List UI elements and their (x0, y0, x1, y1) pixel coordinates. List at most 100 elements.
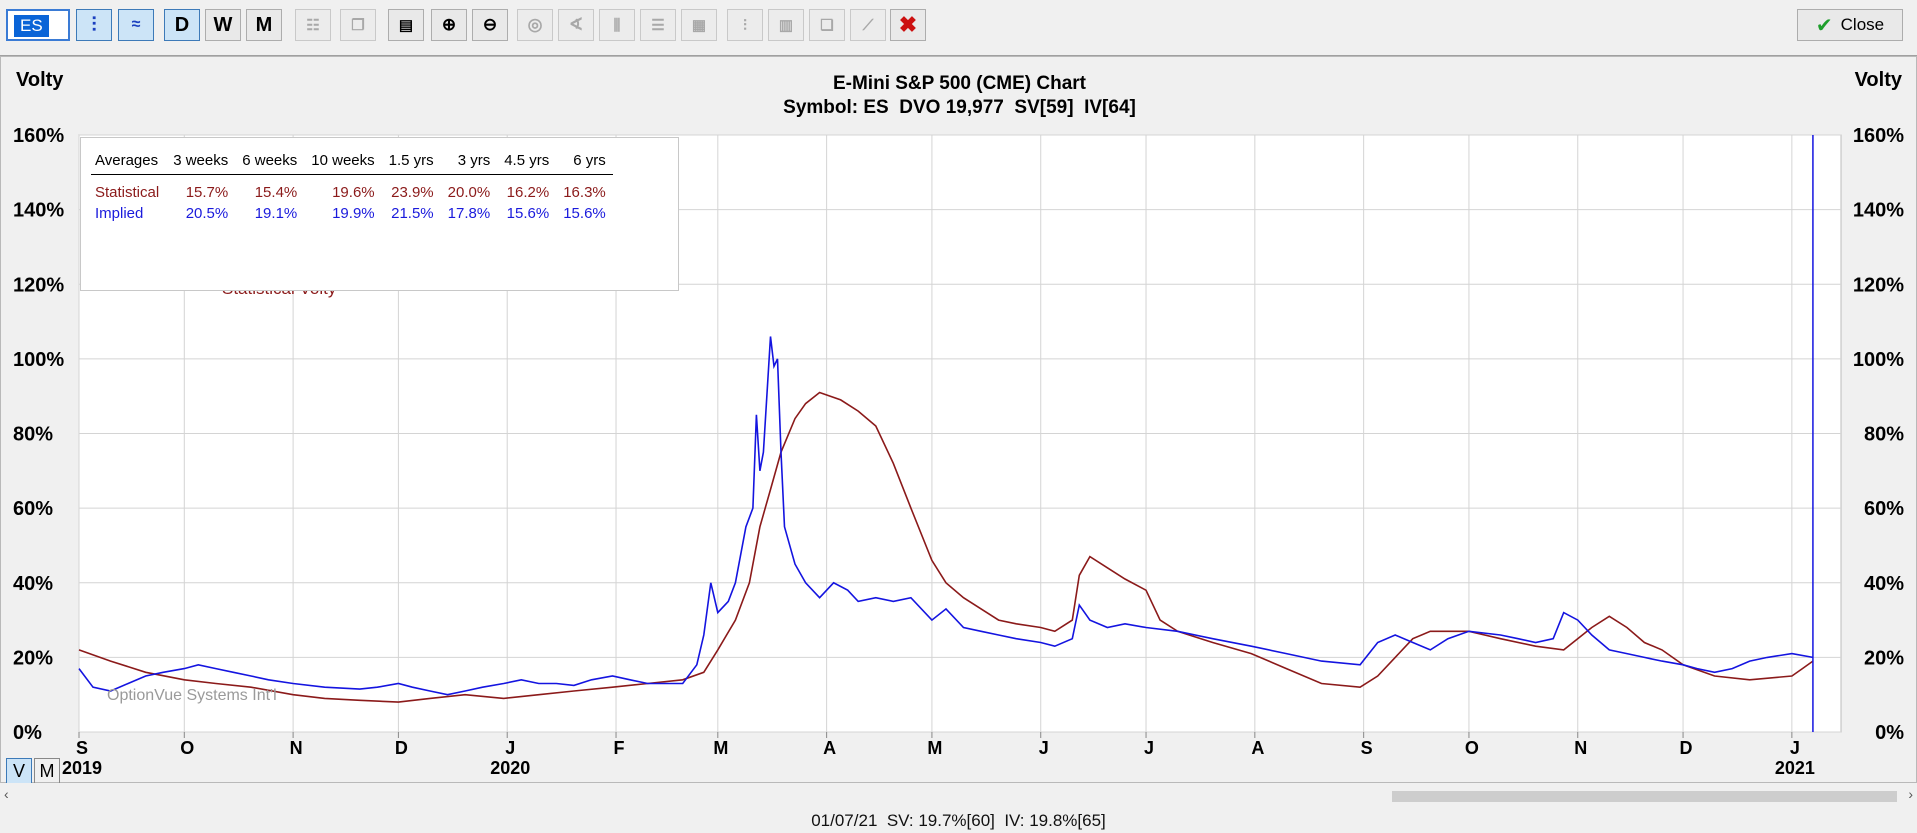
scroll-right-icon[interactable]: › (1908, 786, 1913, 802)
sliders-icon[interactable]: ⫼ (599, 9, 635, 41)
table-cell: 16.2% (506, 183, 550, 201)
statistical-row: Statistical 15.7% 15.4% 19.6% 23.9% 20.0… (91, 175, 613, 204)
x-tick-label: F (614, 738, 625, 758)
scroll-left-icon[interactable]: ‹ (4, 786, 9, 802)
close-label: Close (1840, 15, 1885, 34)
volty-view-toggle[interactable]: V (6, 758, 32, 784)
x-tick-label: M (713, 738, 728, 758)
x-tick-label: J (505, 738, 515, 758)
ruler-icon[interactable]: ⟋ (850, 9, 886, 41)
grid-icon[interactable]: ▦ (681, 9, 717, 41)
averages-header: 3 yrs (440, 146, 498, 175)
y-tick-label-left: 40% (13, 573, 53, 595)
weekly-label: W (213, 13, 233, 36)
x-tick-label: A (823, 738, 836, 758)
y-tick-label-left: 60% (13, 498, 53, 520)
market-toggle-label: M (39, 761, 55, 781)
close-button[interactable]: ✔ Close (1797, 9, 1903, 41)
averages-header-row: Averages 3 weeks 6 weeks 10 weeks 1.5 yr… (91, 146, 613, 175)
y-tick-label-right: 20% (1864, 647, 1904, 669)
averages-header: 1.5 yrs (381, 146, 441, 175)
overlay-icon[interactable]: ☷ (295, 9, 331, 41)
averages-table: Averages 3 weeks 6 weeks 10 weeks 1.5 yr… (80, 137, 679, 291)
monthly-button[interactable]: M (246, 9, 282, 41)
copy-icon[interactable]: ❐ (340, 9, 376, 41)
y-tick-label-left: 20% (13, 647, 53, 669)
x-tick-label: J (1144, 738, 1154, 758)
x-tick-label: D (1680, 738, 1693, 758)
averages-header: 4.5 yrs (497, 146, 557, 175)
x-tick-label: M (927, 738, 942, 758)
export-icon[interactable]: ▤ (388, 9, 424, 41)
status-bar: 01/07/21 SV: 19.7%[60] IV: 19.8%[65] (811, 811, 1106, 830)
zoom-out-icon[interactable]: ⊖ (472, 9, 508, 41)
y-tick-label-right: 160% (1853, 125, 1904, 147)
compare-icon[interactable]: ❏ (809, 9, 845, 41)
y-tick-label-right: 100% (1853, 349, 1904, 371)
daily-label: D (174, 13, 190, 36)
table-icon[interactable]: ☰ (640, 9, 676, 41)
market-view-toggle[interactable]: M (34, 758, 60, 784)
delete-icon[interactable]: ✖ (890, 9, 926, 41)
report-icon[interactable]: ▥ (768, 9, 804, 41)
x-tick-label: S (1361, 738, 1373, 758)
chart-panel: Volty Volty E-Mini S&P 500 (CME) Chart S… (0, 56, 1917, 783)
y-tick-label-right: 140% (1853, 200, 1904, 222)
x-year-label: 2019 (62, 758, 102, 778)
y-tick-label-left: 100% (13, 349, 64, 371)
x-year-label: 2020 (490, 758, 530, 778)
symbol-input[interactable]: ES (6, 9, 70, 41)
table-cell: 20.5% (185, 204, 229, 222)
table-cell: 21.5% (391, 204, 434, 222)
y-tick-label-right: 80% (1864, 424, 1904, 446)
table-cell: 23.9% (391, 183, 434, 201)
y-tick-label-left: 80% (13, 424, 53, 446)
x-tick-label: J (1790, 738, 1800, 758)
implied-row: Implied 20.5% 19.1% 19.9% 21.5% 17.8% 15… (91, 203, 613, 223)
target-icon[interactable]: ◎ (517, 9, 553, 41)
angle-icon[interactable]: ∢ (558, 9, 594, 41)
table-cell: 15.7% (185, 183, 229, 201)
y-tick-label-left: 120% (13, 274, 64, 296)
table-cell: 17.8% (447, 204, 491, 222)
averages-header: 3 weeks (166, 146, 236, 175)
y-tick-label-left: 140% (13, 200, 64, 222)
table-cell: 19.9% (332, 204, 375, 222)
averages-header: 6 weeks (235, 146, 305, 175)
horizontal-scrollbar[interactable]: ‹ › (0, 783, 1917, 809)
line-chart-icon[interactable]: ≈ (118, 9, 154, 41)
y-tick-label-right: 60% (1864, 498, 1904, 520)
scroll-thumb[interactable] (1392, 791, 1897, 802)
x-tick-label: A (1251, 738, 1264, 758)
row-label: Implied (95, 204, 144, 222)
y-tick-label-right: 120% (1853, 274, 1904, 296)
x-tick-label: N (290, 738, 303, 758)
table-cell: 16.3% (563, 183, 606, 201)
x-tick-label: S (76, 738, 88, 758)
weekly-button[interactable]: W (205, 9, 241, 41)
y-tick-label-right: 0% (1875, 722, 1904, 744)
x-tick-label: O (180, 738, 194, 758)
x-tick-label: D (395, 738, 408, 758)
averages-header: Averages (91, 146, 167, 175)
bar-chart-icon[interactable]: ⫶ (76, 9, 112, 41)
daily-button[interactable]: D (164, 9, 200, 41)
y-tick-label-left: 0% (13, 722, 42, 744)
table-cell: 19.1% (254, 204, 298, 222)
monthly-label: M (255, 13, 273, 36)
y-tick-label-left: 160% (13, 125, 64, 147)
x-year-label: 2021 (1775, 758, 1815, 778)
check-icon: ✔ (1815, 14, 1833, 37)
table-cell: 15.4% (254, 183, 298, 201)
symbol-text: ES (14, 15, 49, 37)
watermark: OptionVue Systems Int'l (107, 687, 277, 704)
table-cell: 15.6% (563, 204, 606, 222)
zoom-in-icon[interactable]: ⊕ (431, 9, 467, 41)
x-tick-label: J (1039, 738, 1049, 758)
y-tick-label-right: 40% (1864, 573, 1904, 595)
table-cell: 19.6% (332, 183, 375, 201)
x-tick-label: N (1574, 738, 1587, 758)
volume-icon[interactable]: ⫶ (727, 9, 763, 41)
table-cell: 15.6% (506, 204, 550, 222)
row-label: Statistical (95, 183, 160, 201)
